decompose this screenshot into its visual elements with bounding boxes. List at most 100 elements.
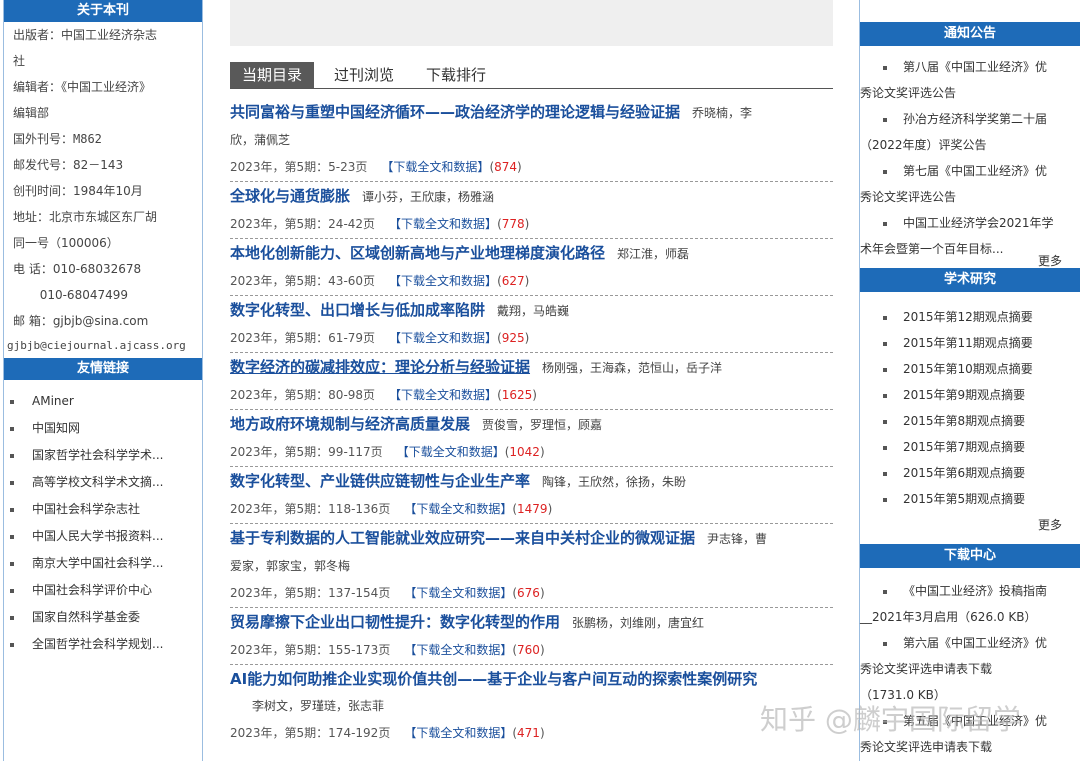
article-authors-cont: 欣，蒲佩芝	[230, 133, 291, 147]
article-item: 数字经济的碳减排效应：理论分析与经验证据 杨刚强，王海森，范恒山，岳子洋 2023…	[230, 353, 833, 410]
link-item[interactable]: 南京大学中国社会科学...	[10, 550, 202, 577]
about-header: 关于本刊	[4, 0, 202, 22]
research-list: 2015年第12期观点摘要 2015年第11期观点摘要 2015年第10期观点摘…	[860, 292, 1080, 512]
link-item[interactable]: 中国社会科学杂志社	[10, 496, 202, 523]
notice-item[interactable]: 孙冶方经济科学奖第二十届 （2022年度）评奖公告	[860, 106, 1070, 158]
download-count: 627	[501, 274, 525, 288]
download-link[interactable]: 【下载全文和数据】	[397, 445, 505, 459]
research-item[interactable]: 2015年第10期观点摘要	[883, 356, 1070, 382]
article-meta: 2023年，第5期：155-173页	[230, 643, 391, 657]
article-title[interactable]: 数字化转型、出口增长与低加成率陷阱	[230, 301, 485, 319]
article-authors: 谭小芬，王欣康，杨雅涵	[362, 190, 495, 204]
info-line: 创刊时间：1984年10月	[13, 184, 143, 198]
link-item[interactable]: 中国社会科学评价中心	[10, 577, 202, 604]
link-item[interactable]: 国家哲学社会科学学术...	[10, 442, 202, 469]
download-link[interactable]: 【下载全文和数据】	[389, 217, 497, 231]
download-count: 760	[517, 643, 540, 657]
friend-links: AMiner 中国知网 国家哲学社会科学学术... 高等学校文科学术文摘... …	[4, 380, 202, 658]
link-item[interactable]: 全国哲学社会科学规划...	[10, 631, 202, 658]
download-center-header: 下载中心	[860, 544, 1080, 568]
info-line: 邮发代号：82－143	[13, 158, 124, 172]
article-title[interactable]: 基于专利数据的人工智能就业效应研究——来自中关村企业的微观证据	[230, 529, 695, 547]
article-title[interactable]: 数字经济的碳减排效应：理论分析与经验证据	[230, 358, 530, 376]
article-meta: 2023年，第5期：99-117页	[230, 445, 383, 459]
article-item: 地方政府环境规制与经济高质量发展 贾俊雪，罗理恒，顾嘉 2023年，第5期：99-…	[230, 410, 833, 467]
article-item: 本地化创新能力、区域创新高地与产业地理梯度演化路径 郑江淮，师磊 2023年，第5…	[230, 239, 833, 296]
download-item[interactable]: 《中国工业经济》投稿指南 __2021年3月启用（626.0 KB）	[860, 578, 1070, 630]
links-header: 友情链接	[4, 358, 202, 380]
link-item[interactable]: 国家自然科学基金委	[10, 604, 202, 631]
download-link[interactable]: 【下载全文和数据】	[389, 388, 497, 402]
article-meta: 2023年，第5期：24-42页	[230, 217, 376, 231]
article-item: 基于专利数据的人工智能就业效应研究——来自中关村企业的微观证据 尹志锋，曹 爱家，…	[230, 524, 833, 608]
notice-item[interactable]: 第七届《中国工业经济》优 秀论文奖评选公告	[860, 158, 1070, 210]
download-count: 874	[494, 160, 518, 174]
download-count: 676	[517, 586, 540, 600]
research-item[interactable]: 2015年第12期观点摘要	[883, 304, 1070, 330]
article-title[interactable]: 全球化与通货膨胀	[230, 187, 350, 205]
download-link[interactable]: 【下载全文和数据】	[404, 726, 512, 740]
link-item[interactable]: AMiner	[10, 388, 202, 415]
article-authors-cont: 李树文，罗瑾琏，张志菲	[252, 699, 385, 713]
notice-item[interactable]: 第八届《中国工业经济》优 秀论文奖评选公告	[860, 54, 1070, 106]
download-count: 471	[517, 726, 540, 740]
info-line: 国外刊号：M862	[13, 132, 102, 146]
download-count: 1479	[517, 502, 548, 516]
download-link[interactable]: 【下载全文和数据】	[389, 274, 497, 288]
article-meta: 2023年，第5期：43-60页	[230, 274, 376, 288]
tab-current-issue[interactable]: 当期目录	[230, 62, 315, 88]
link-item[interactable]: 高等学校文科学术文摘...	[10, 469, 202, 496]
article-authors: 尹志锋，曹	[707, 532, 768, 546]
research-item[interactable]: 2015年第5期观点摘要	[883, 486, 1070, 512]
article-meta: 2023年，第5期：80-98页	[230, 388, 376, 402]
tab-past-issues[interactable]: 过刊浏览	[334, 62, 394, 88]
research-item[interactable]: 2015年第11期观点摘要	[883, 330, 1070, 356]
research-item[interactable]: 2015年第6期观点摘要	[883, 460, 1070, 486]
download-count: 778	[501, 217, 525, 231]
info-line: 编辑部	[13, 106, 50, 120]
article-meta: 2023年，第5期：118-136页	[230, 502, 391, 516]
download-link[interactable]: 【下载全文和数据】	[389, 331, 497, 345]
research-item[interactable]: 2015年第9期观点摘要	[883, 382, 1070, 408]
link-item[interactable]: 中国知网	[10, 415, 202, 442]
article-meta: 2023年，第5期：174-192页	[230, 726, 391, 740]
download-count: 1625	[501, 388, 533, 402]
link-item[interactable]: 中国人民大学书报资料...	[10, 523, 202, 550]
download-count: 1042	[509, 445, 540, 459]
download-link[interactable]: 【下载全文和数据】	[381, 160, 489, 174]
article-title[interactable]: 贸易摩擦下企业出口韧性提升：数字化转型的作用	[230, 613, 560, 631]
article-meta: 2023年，第5期：137-154页	[230, 586, 391, 600]
article-authors: 陶锋，王欣然，徐扬，朱盼	[542, 475, 687, 489]
info-line: 出版者：中国工业经济杂志	[13, 28, 158, 42]
article-authors: 张鹏杨，刘维刚，唐宜红	[572, 616, 705, 630]
article-title[interactable]: 本地化创新能力、区域创新高地与产业地理梯度演化路径	[230, 244, 605, 262]
download-count: 925	[501, 331, 525, 345]
journal-info: 出版者：中国工业经济杂志 社 编辑者：《中国工业经济》 编辑部 国外刊号：M86…	[4, 22, 202, 358]
article-authors: 郑江淮，师磊	[617, 247, 690, 261]
download-link[interactable]: 【下载全文和数据】	[404, 586, 512, 600]
article-title[interactable]: 数字化转型、产业链供应链韧性与企业生产率	[230, 472, 530, 490]
research-item[interactable]: 2015年第7期观点摘要	[883, 434, 1070, 460]
info-line: gjbjb@ciejournal.ajcass.org	[7, 339, 186, 352]
info-line: 编辑者：《中国工业经济》	[13, 80, 152, 94]
download-item[interactable]: 第六届《中国工业经济》优 秀论文奖评选申请表下载 （1731.0 KB）	[860, 630, 1070, 708]
download-link[interactable]: 【下载全文和数据】	[404, 502, 512, 516]
article-item: 共同富裕与重塑中国经济循环——政治经济学的理论逻辑与经验证据 乔晓楠，李 欣，蒲佩…	[230, 98, 833, 182]
article-item: 数字化转型、出口增长与低加成率陷阱 戴翔，马皓巍 2023年，第5期：61-79页…	[230, 296, 833, 353]
research-more-link[interactable]: 更多	[860, 512, 1080, 538]
download-link[interactable]: 【下载全文和数据】	[404, 643, 512, 657]
article-title[interactable]: 共同富裕与重塑中国经济循环——政治经济学的理论逻辑与经验证据	[230, 103, 680, 121]
right-sidebar: 通知公告 第八届《中国工业经济》优 秀论文奖评选公告 孙冶方经济科学奖第二十届 …	[859, 0, 1080, 761]
article-authors: 戴翔，马皓巍	[497, 304, 570, 318]
research-item[interactable]: 2015年第8期观点摘要	[883, 408, 1070, 434]
article-title[interactable]: AI能力如何助推企业实现价值共创——基于企业与客户间互动的探索性案例研究	[230, 670, 757, 688]
info-line: 010-68047499	[13, 288, 129, 302]
article-authors: 杨刚强，王海森，范恒山，岳子洋	[542, 361, 723, 375]
article-authors-cont: 爱家，郭家宝，郭冬梅	[230, 559, 351, 573]
tab-download-ranking[interactable]: 下载排行	[426, 62, 486, 88]
info-line: 同一号（100006）	[13, 236, 119, 250]
notice-list: 第八届《中国工业经济》优 秀论文奖评选公告 孙冶方经济科学奖第二十届 （2022…	[860, 46, 1080, 262]
article-title[interactable]: 地方政府环境规制与经济高质量发展	[230, 415, 470, 433]
info-line: 社	[13, 54, 26, 68]
info-line: 地址：北京市东城区东厂胡	[13, 210, 158, 224]
